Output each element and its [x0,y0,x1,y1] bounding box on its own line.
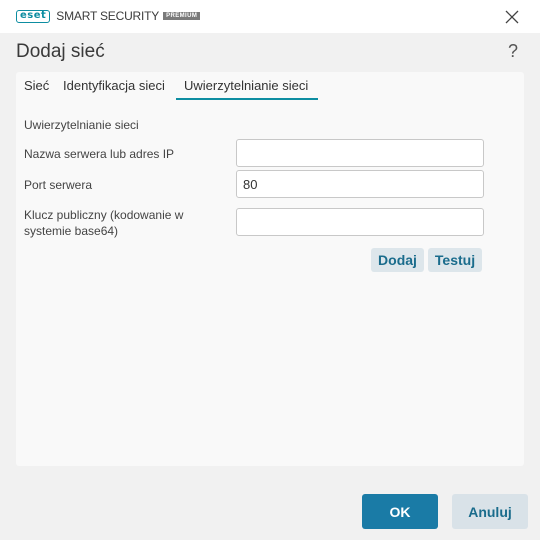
public-key-input[interactable] [236,208,484,236]
tab-bar: Sieć Identyfikacja sieci Uwierzytelniani… [16,72,524,100]
dialog-title: Dodaj sieć [16,41,105,62]
app-logo: eset SMART SECURITY PREMIUM [16,9,201,23]
cancel-button[interactable]: Anuluj [452,494,528,529]
title-bar: eset SMART SECURITY PREMIUM [0,0,540,33]
tab-network[interactable]: Sieć [24,78,49,98]
close-button[interactable] [502,7,522,27]
section-title: Uwierzytelnianie sieci [24,118,139,132]
add-button[interactable]: Dodaj [371,248,424,272]
product-name: SMART SECURITY [56,9,160,23]
server-label: Nazwa serwera lub adres IP [24,147,175,161]
content-panel: Sieć Identyfikacja sieci Uwierzytelniani… [16,72,524,466]
test-button[interactable]: Testuj [428,248,482,272]
ok-button[interactable]: OK [362,494,438,529]
eset-logo-badge: eset [16,9,51,23]
tab-network-identification[interactable]: Identyfikacja sieci [63,78,165,98]
help-button[interactable]: ? [508,41,518,62]
public-key-label: Klucz publiczny (kodowanie w systemie ba… [24,208,184,238]
port-input[interactable] [236,170,484,198]
server-input[interactable] [236,139,484,167]
close-icon [505,10,519,24]
edition-badge: PREMIUM [163,12,201,20]
port-label: Port serwera [24,178,93,192]
tab-network-authentication[interactable]: Uwierzytelnianie sieci [176,78,319,100]
